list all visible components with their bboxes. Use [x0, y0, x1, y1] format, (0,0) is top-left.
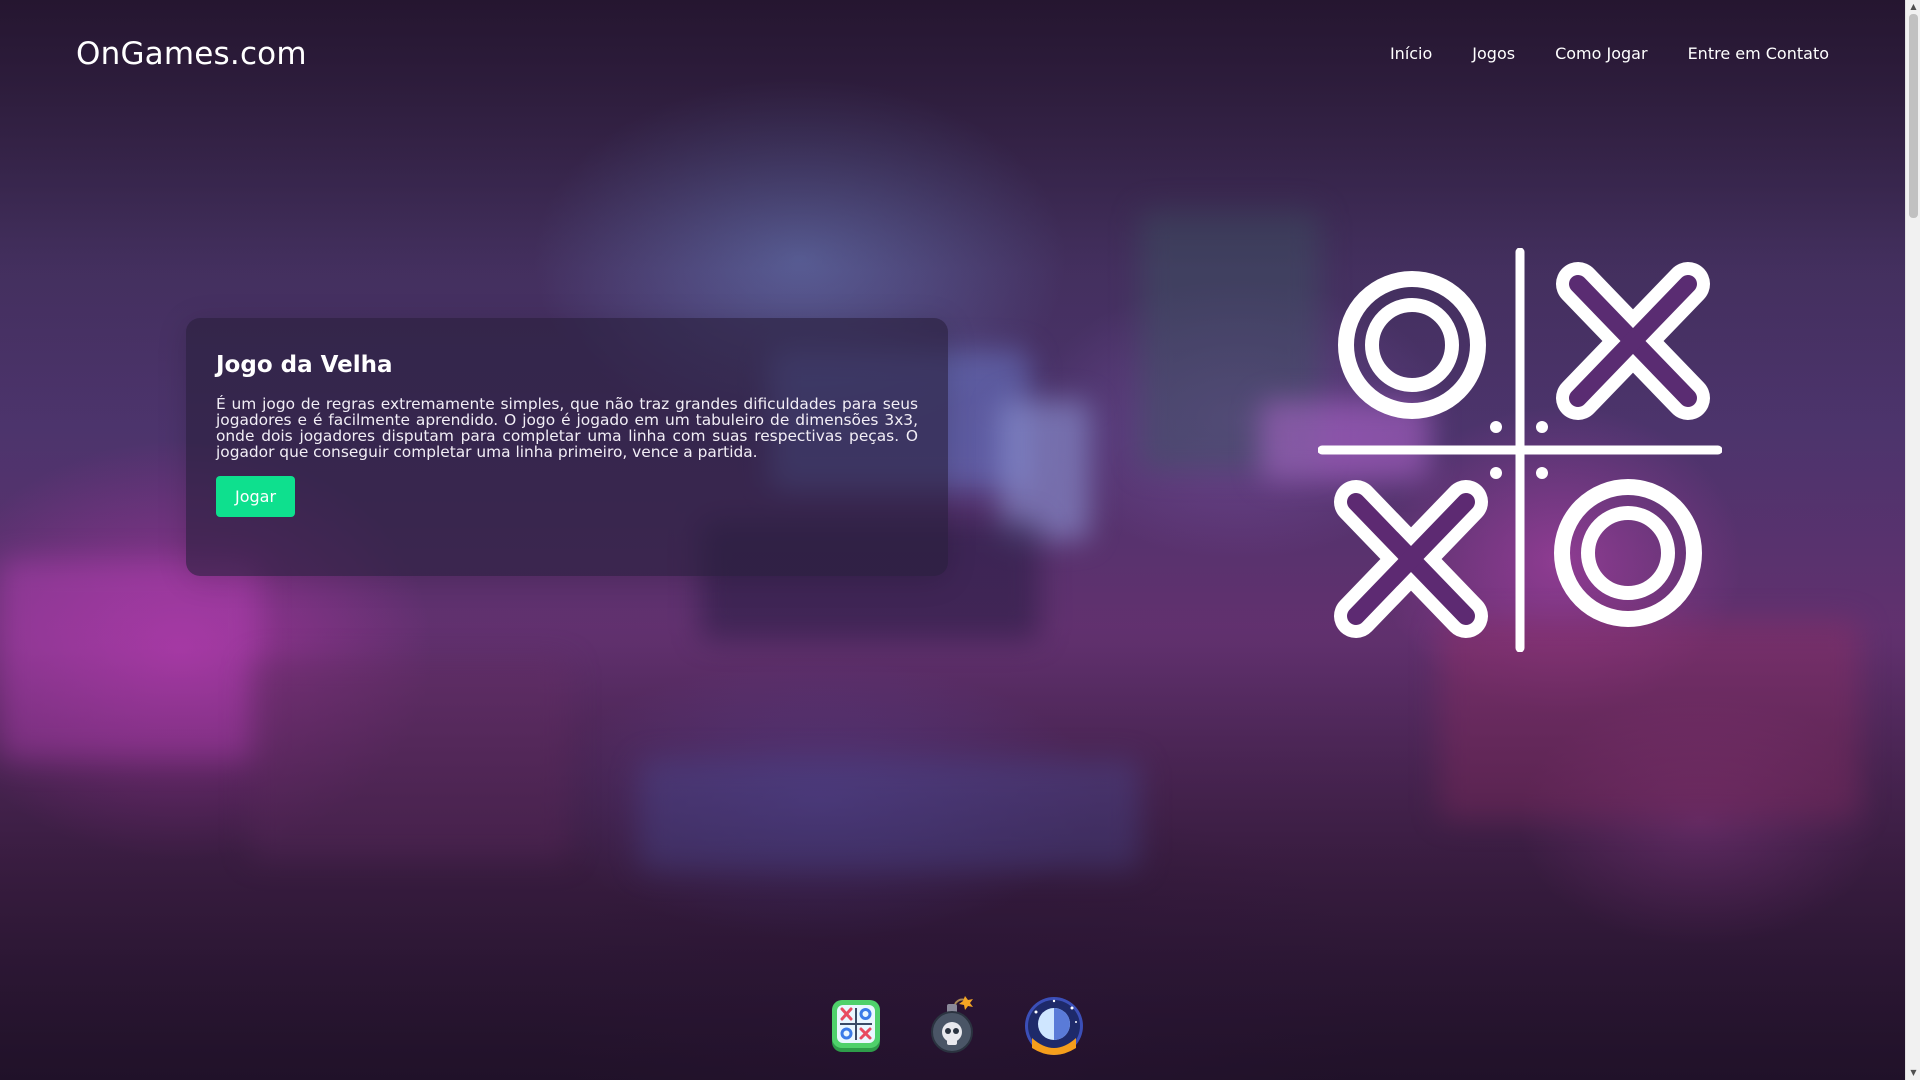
scroll-up-arrow-icon[interactable]: ▲: [1909, 1, 1918, 13]
nav-link-como-jogar[interactable]: Como Jogar: [1555, 44, 1647, 63]
game-info-card: Jogo da Velha É um jogo de regras extrem…: [186, 318, 948, 576]
nav-link-contato[interactable]: Entre em Contato: [1688, 44, 1829, 63]
game-title: Jogo da Velha: [216, 352, 393, 378]
vertical-scrollbar[interactable]: ▲ ▼: [1905, 0, 1920, 1080]
scroll-thumb[interactable]: [1909, 14, 1918, 218]
main-nav: Início Jogos Como Jogar Entre em Contato: [1350, 44, 1829, 63]
space-orb-icon[interactable]: [1024, 996, 1084, 1056]
scroll-down-arrow-icon[interactable]: ▼: [1909, 1067, 1918, 1079]
tic-tac-toe-emblem-icon: [1317, 247, 1723, 653]
nav-link-inicio[interactable]: Início: [1390, 44, 1432, 63]
site-logo[interactable]: OnGames.com: [76, 36, 307, 72]
game-icons-bar: [826, 996, 1123, 1056]
game-description: É um jogo de regras extremamente simples…: [216, 395, 918, 461]
play-button[interactable]: Jogar: [216, 476, 296, 517]
bomb-skull-icon[interactable]: [925, 996, 985, 1056]
nav-link-jogos[interactable]: Jogos: [1472, 44, 1515, 63]
site-header: OnGames.com Início Jogos Como Jogar Entr…: [0, 0, 1905, 110]
tic-tac-toe-icon[interactable]: [826, 996, 886, 1056]
